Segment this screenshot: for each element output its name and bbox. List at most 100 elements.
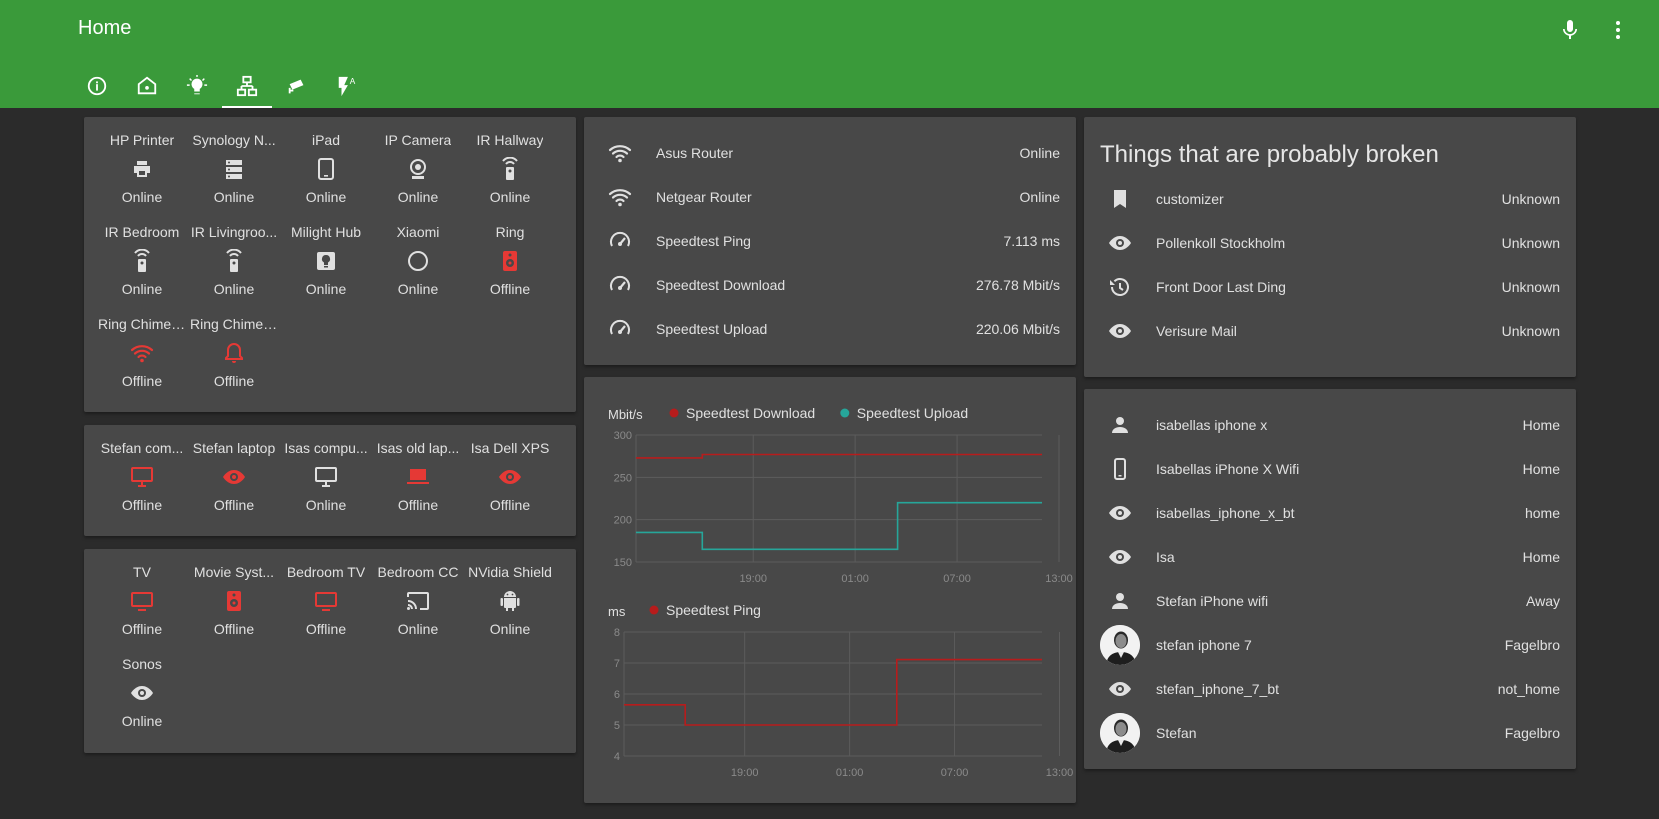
y-tick-label: 300 [614,430,632,442]
entity-row[interactable]: Speedtest Upload 220.06 Mbit/s [584,307,1076,351]
entity-badge[interactable]: NVidia Shield Online [464,563,556,655]
entity-row[interactable]: stefan_iphone_7_bt not_home [1084,667,1576,711]
eye-icon [1109,506,1131,520]
tab-cameras[interactable] [272,64,322,108]
entity-state: Fagelbro [1504,637,1560,653]
entity-badge[interactable]: Ring Offline [464,223,556,315]
entity-row[interactable]: Verisure Mail Unknown [1084,309,1576,353]
y-tick-label: 200 [614,515,632,527]
entity-badge[interactable]: Bedroom TV Offline [280,563,372,655]
entity-row[interactable]: customizer Unknown [1084,177,1576,221]
eye-icon [131,686,153,700]
app-toolbar: Home A [0,0,1659,108]
entity-badge[interactable]: Isa Dell XPS Offline [464,439,556,531]
entity-badge[interactable]: Xiaomi Online [372,223,464,315]
badge-state: Offline [213,497,255,513]
entity-state: 276.78 Mbit/s [975,277,1060,293]
entity-badge[interactable]: Isas old lap... Offline [372,439,464,531]
entity-state: home [1524,505,1560,521]
entity-state: Unknown [1501,323,1560,339]
entity-row[interactable]: Speedtest Download 276.78 Mbit/s [584,263,1076,307]
badge-name: Ring Chime ... [98,316,186,332]
tab-lights[interactable] [172,64,222,108]
badge-state: Online [397,621,439,637]
entity-badge[interactable]: Movie Syst... Offline [188,563,280,655]
legend-label: Speedtest Download [686,405,815,421]
eye-icon [1109,550,1131,564]
entity-name: Speedtest Upload [656,321,768,337]
entity-row[interactable]: Stefan Fagelbro [1084,711,1576,755]
entity-name: Pollenkoll Stockholm [1156,235,1286,251]
badge-name: Xiaomi [396,224,440,240]
x-tick-label: 07:00 [941,767,969,779]
entity-badge[interactable]: iPad Online [280,131,372,223]
badge-state: Offline [121,373,163,389]
entity-badge[interactable]: Milight Hub Online [280,223,372,315]
entity-row[interactable]: isabellas iphone x Home [1084,403,1576,447]
y-tick-label: 8 [614,627,620,639]
speedometer-icon [610,319,630,335]
badge-name: Bedroom CC [377,564,459,580]
entity-row[interactable]: Netgear Router Online [584,175,1076,219]
microphone-icon[interactable] [1558,18,1582,42]
entity-row[interactable]: Stefan iPhone wifi Away [1084,579,1576,623]
entity-name: Asus Router [656,145,734,161]
history-graph-card: Mbit/s Speedtest Download Speedtest Upload… [584,377,1076,803]
entity-row[interactable]: stefan iphone 7 Fagelbro [1084,623,1576,667]
entity-row[interactable]: Speedtest Ping 7.113 ms [584,219,1076,263]
badge-name: Bedroom TV [286,564,366,580]
entity-badge[interactable]: TV Offline [96,563,188,655]
speedtest-history-chart: Mbit/s Speedtest Download Speedtest Upload… [608,405,1073,779]
server-icon [226,160,242,179]
entity-badge[interactable]: Stefan laptop Offline [188,439,280,531]
wifi-icon [608,145,632,163]
entity-badge[interactable]: IR Bedroom Online [96,223,188,315]
x-tick-label: 07:00 [943,573,971,585]
badge-state: Offline [397,497,439,513]
entity-badge[interactable]: Ring Chime ... Offline [188,315,280,407]
y-tick-label: 4 [614,751,620,763]
lightbulb-hub-icon [317,252,335,270]
entity-badge[interactable]: IR Livingroo... Online [188,223,280,315]
tab-info[interactable] [72,64,122,108]
eye-icon [499,470,521,484]
entity-name: Isabellas iPhone X Wifi [1156,461,1300,477]
entity-badge[interactable]: Synology N... Online [188,131,280,223]
network-card: Asus Router Online Netgear Router Online Spe… [584,117,1076,365]
tab-network[interactable] [222,64,272,108]
cellphone-icon [1114,458,1126,480]
more-vert-icon[interactable] [1606,18,1630,42]
entity-badge[interactable]: IP Camera Online [372,131,464,223]
entity-row[interactable]: Pollenkoll Stockholm Unknown [1084,221,1576,265]
laptop-icon [407,469,429,484]
entity-badge[interactable]: IR Hallway Online [464,131,556,223]
entity-badge[interactable]: Sonos Online [96,655,188,747]
entity-badge[interactable]: Ring Chime ... Offline [96,315,188,407]
entity-row[interactable]: Isa Home [1084,535,1576,579]
entity-row[interactable]: Isabellas iPhone X Wifi Home [1084,447,1576,491]
tablet-icon [318,158,334,180]
info-icon [87,76,107,96]
entity-state: Unknown [1501,279,1560,295]
entity-badge[interactable]: Bedroom CC Online [372,563,464,655]
android-icon [500,591,520,611]
tab-automation[interactable]: A [322,64,372,108]
badge-state: Offline [213,621,255,637]
entity-row[interactable]: isabellas_iphone_x_bt home [1084,491,1576,535]
tab-home[interactable] [122,64,172,108]
wifi-icon [608,189,632,207]
entity-badge[interactable]: Isas compu... Online [280,439,372,531]
person-icon [1112,593,1128,609]
badge-name: Isas compu... [284,440,368,456]
entity-badge[interactable]: Stefan com... Offline [96,439,188,531]
legend-swatch [649,605,659,615]
entity-row[interactable]: Asus Router Online [584,131,1076,175]
tv-icon [315,592,337,611]
broken-card: Things that are probably broken customiz… [1084,117,1576,377]
entity-badge[interactable]: HP Printer Online [96,131,188,223]
eye-icon [1109,682,1131,696]
badge-name: iPad [311,132,341,148]
badge-state: Online [121,281,163,297]
entity-row[interactable]: Front Door Last Ding Unknown [1084,265,1576,309]
entity-name: isabellas iphone x [1156,417,1268,433]
